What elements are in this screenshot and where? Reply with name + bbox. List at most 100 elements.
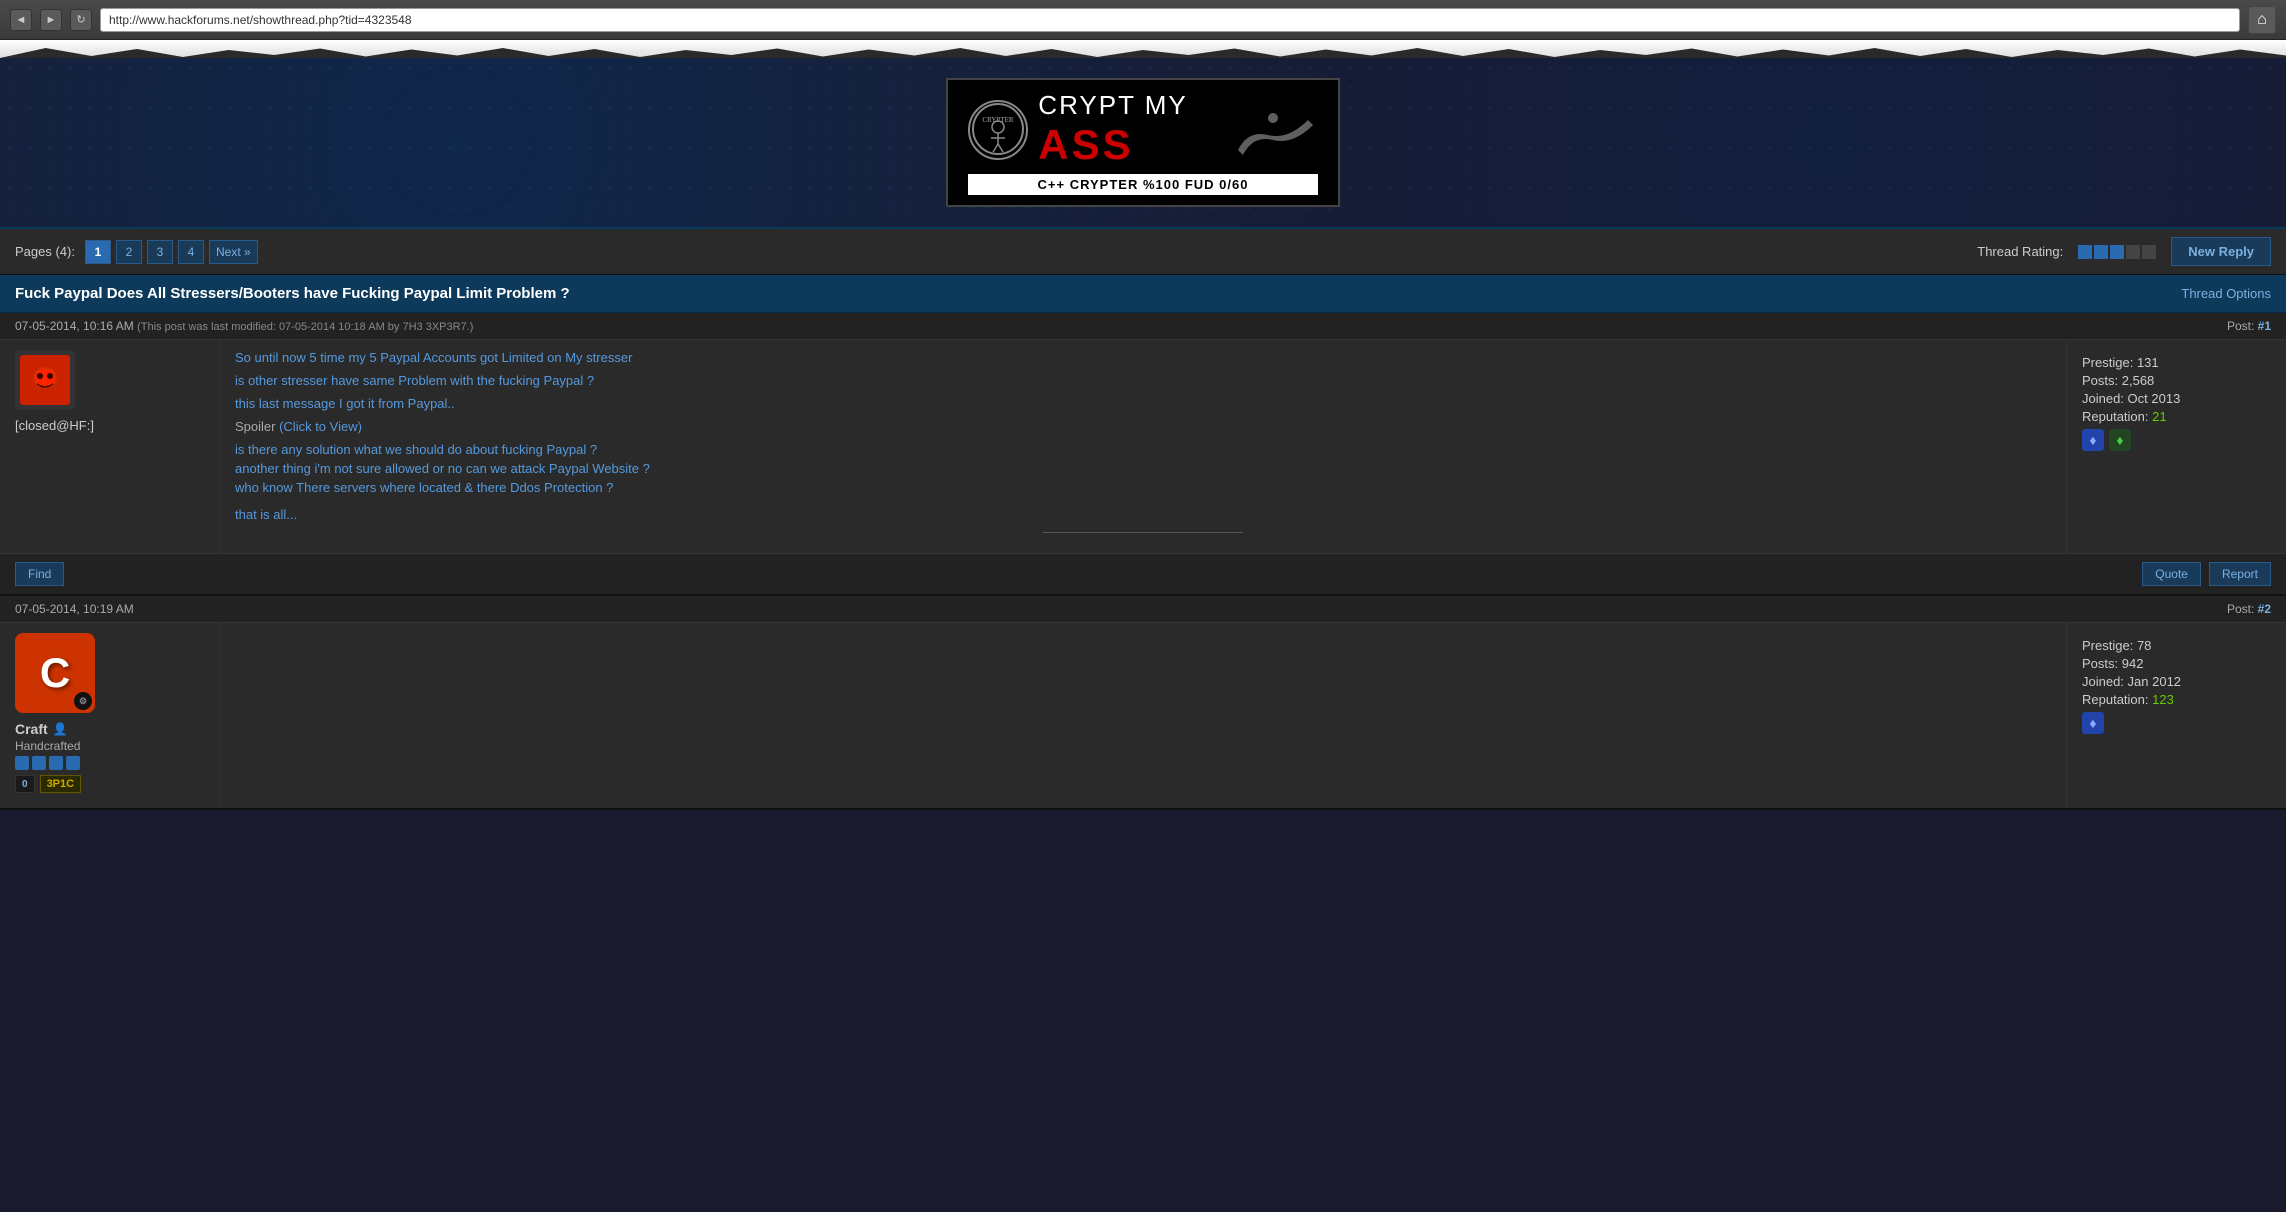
banner-ad[interactable]: CRYPTER CRYPT MY ASS: [946, 78, 1339, 207]
back-button[interactable]: ◄: [10, 9, 32, 31]
post-1-stats-col: Prestige: 131 Posts: 2,568 Joined: Oct 2…: [2066, 340, 2286, 553]
post-1-username[interactable]: [closed@HF:]: [15, 418, 204, 433]
rating-stars: [2078, 245, 2156, 259]
post-1-line3: this last message I got it from Paypal..: [235, 396, 2051, 411]
thread-title: Fuck Paypal Does All Stressers/Booters h…: [15, 285, 570, 302]
reputation-value: 21: [2152, 409, 2166, 424]
rep-icons: ♦ ♦: [2082, 429, 2282, 454]
post-2-avatar: C ⚙: [15, 633, 95, 713]
post-2-badges: 0 3P1C: [15, 775, 204, 793]
refresh-button[interactable]: ↻: [70, 9, 92, 31]
post-1-line4: is there any solution what we should do …: [235, 442, 2051, 457]
craft-avatar-letter: C: [40, 649, 70, 697]
svg-text:CRYPTER: CRYPTER: [982, 116, 1013, 124]
post2-posts-stat: Posts: 942: [2082, 656, 2282, 671]
new-reply-button[interactable]: New Reply: [2171, 237, 2271, 266]
spoiler-label: Spoiler: [235, 419, 275, 434]
report-button[interactable]: Report: [2209, 562, 2271, 586]
post-1-text-link3[interactable]: this last message I got it from Paypal..: [235, 396, 455, 411]
post-separator: [1043, 532, 1243, 533]
post-1-left-actions: Find: [15, 562, 64, 586]
posts-stat: Posts: 2,568: [2082, 373, 2282, 388]
star-3: [2110, 245, 2124, 259]
star-2: [2094, 245, 2108, 259]
brand-crypt: CRYPT MY: [1038, 90, 1187, 121]
page-4-button[interactable]: 4: [178, 240, 204, 264]
right-controls: Thread Rating: New Reply: [1977, 237, 2271, 266]
post-1-line2: is other stresser have same Problem with…: [235, 373, 2051, 388]
post2-reputation-value: 123: [2152, 692, 2174, 707]
badge-zero: 0: [15, 775, 35, 793]
post-1-line6: who know There servers where located & t…: [235, 480, 2051, 495]
post2-joined-stat: Joined: Jan 2012: [2082, 674, 2282, 689]
brand-ass: ASS: [1038, 121, 1133, 169]
banner-circle-icon: CRYPTER: [968, 100, 1028, 160]
badge-epic: 3P1C: [40, 775, 82, 793]
find-button[interactable]: Find: [15, 562, 64, 586]
post-1-line5: another thing i'm not sure allowed or no…: [235, 461, 2051, 476]
forward-button[interactable]: ►: [40, 9, 62, 31]
thread-options-button[interactable]: Thread Options: [2181, 286, 2271, 301]
post-2-stats-col: Prestige: 78 Posts: 942 Joined: Jan 2012…: [2066, 623, 2286, 808]
spoiler-click-button[interactable]: (Click to View): [279, 419, 362, 434]
browser-chrome: ◄ ► ↻ http://www.hackforums.net/showthre…: [0, 0, 2286, 40]
post-2-number: Post: #2: [2227, 602, 2271, 616]
post-1-body: [closed@HF:] So until now 5 time my 5 Pa…: [0, 340, 2286, 553]
pip-2: [32, 756, 46, 770]
post-1-text-link7[interactable]: that is all...: [235, 507, 297, 522]
post-1-text-link4[interactable]: is there any solution what we should do …: [235, 442, 597, 457]
post-1-actions-bar: Find Quote Report: [0, 553, 2286, 594]
posts-container: 07-05-2014, 10:16 AM (This post was last…: [0, 313, 2286, 810]
next-page-button[interactable]: Next »: [209, 240, 258, 264]
post-1-text-link1[interactable]: So until now 5 time my 5 Paypal Accounts…: [235, 350, 632, 365]
post-1: 07-05-2014, 10:16 AM (This post was last…: [0, 313, 2286, 596]
thread-rating-label: Thread Rating:: [1977, 244, 2063, 259]
post-1-text-link5[interactable]: another thing i'm not sure allowed or no…: [235, 461, 650, 476]
star-5: [2142, 245, 2156, 259]
quote-button[interactable]: Quote: [2142, 562, 2201, 586]
post-1-stats: Prestige: 131 Posts: 2,568 Joined: Oct 2…: [2082, 350, 2282, 454]
post2-prestige-stat: Prestige: 78: [2082, 638, 2282, 653]
post-1-user-col: [closed@HF:]: [0, 340, 220, 553]
torn-edge-top: [0, 40, 2286, 58]
post-1-content-col: So until now 5 time my 5 Paypal Accounts…: [220, 340, 2066, 553]
banner-silhouette: [1198, 100, 1318, 160]
home-button[interactable]: ⌂: [2248, 6, 2276, 34]
banner-tagline: C++ CRYPTER %100 FUD 0/60: [968, 174, 1317, 195]
post-2-content-col: [220, 623, 2066, 808]
thread-title-bar: Fuck Paypal Does All Stressers/Booters h…: [0, 275, 2286, 313]
post-2: 07-05-2014, 10:19 AM Post: #2 C ⚙ Craft …: [0, 596, 2286, 810]
page-controls-bar: Pages (4): 1 2 3 4 Next » Thread Rating:…: [0, 227, 2286, 275]
star-4: [2126, 245, 2140, 259]
page-2-button[interactable]: 2: [116, 240, 142, 264]
post-1-line1: So until now 5 time my 5 Paypal Accounts…: [235, 350, 2051, 365]
post-1-modified-note: (This post was last modified: 07-05-2014…: [137, 321, 473, 333]
pip-4: [66, 756, 80, 770]
post-2-username: Craft 👤: [15, 721, 204, 737]
post-2-meta-bar: 07-05-2014, 10:19 AM Post: #2: [0, 596, 2286, 623]
url-text: http://www.hackforums.net/showthread.php…: [109, 13, 412, 27]
post2-reputation-stat: Reputation: 123: [2082, 692, 2282, 707]
page-1-button[interactable]: 1: [85, 240, 111, 264]
post-2-avatar-area: C ⚙: [15, 633, 204, 713]
avatar-icon: [27, 362, 63, 398]
url-bar[interactable]: http://www.hackforums.net/showthread.php…: [100, 8, 2240, 32]
page-3-button[interactable]: 3: [147, 240, 173, 264]
prestige-stat: Prestige: 131: [2082, 355, 2282, 370]
post-2-body: C ⚙ Craft 👤 Handcrafted: [0, 623, 2286, 808]
post-1-number: Post: #1: [2227, 319, 2271, 333]
joined-stat: Joined: Oct 2013: [2082, 391, 2282, 406]
rep-icon-1: ♦: [2082, 429, 2104, 451]
post-1-line7: that is all...: [235, 507, 2051, 522]
post-1-avatar-area: [15, 350, 204, 410]
pages-label: Pages (4):: [15, 244, 75, 259]
post-2-user-col: C ⚙ Craft 👤 Handcrafted: [0, 623, 220, 808]
post-2-timestamp: 07-05-2014, 10:19 AM: [15, 602, 134, 616]
post-2-stats: Prestige: 78 Posts: 942 Joined: Jan 2012…: [2082, 633, 2282, 737]
post-1-spoiler: Spoiler (Click to View): [235, 419, 2051, 434]
post-1-right-actions: Quote Report: [2142, 562, 2271, 586]
craft-symbol: ⚙: [74, 692, 92, 710]
post-1-text-link2[interactable]: is other stresser have same Problem with…: [235, 373, 594, 388]
page-navigation: Pages (4): 1 2 3 4 Next »: [15, 240, 258, 264]
post-1-text-link6[interactable]: who know There servers where located & t…: [235, 480, 613, 495]
